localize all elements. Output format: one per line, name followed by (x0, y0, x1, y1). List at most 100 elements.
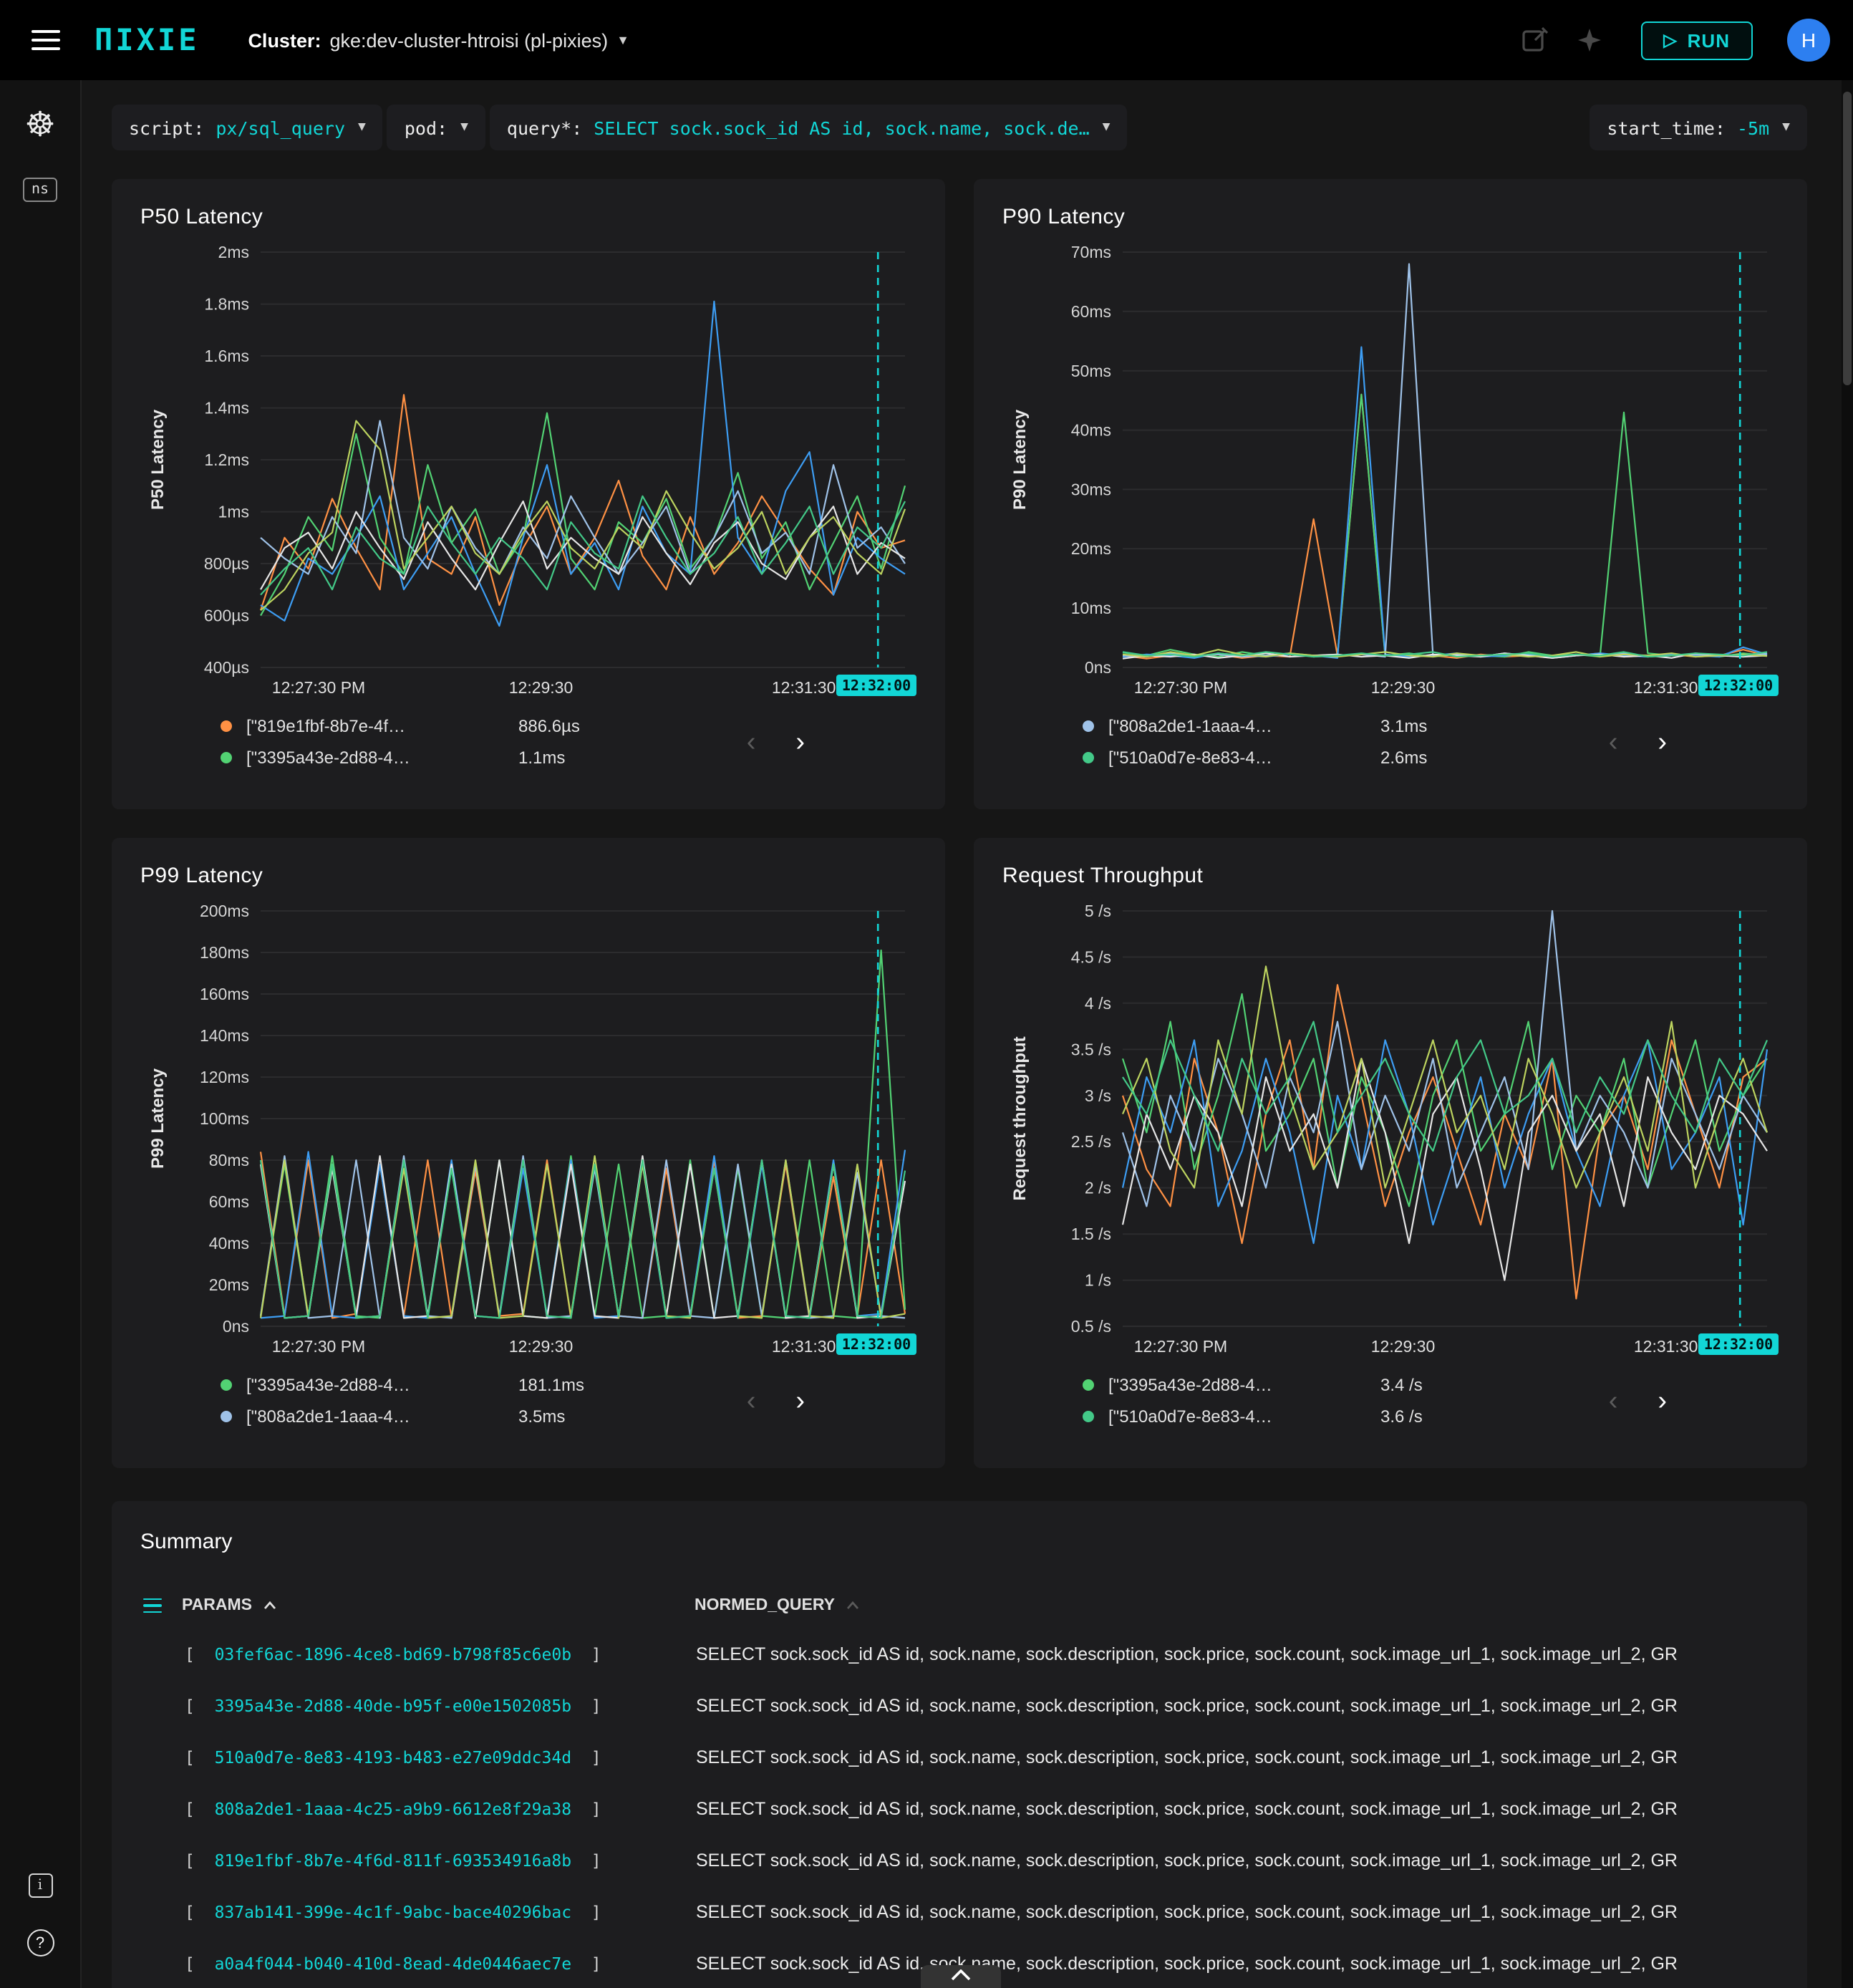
chart-legend: ["3395a43e-2d88-4… 181.1ms ["808a2de1-1aaa… (221, 1375, 584, 1427)
pager-prev-icon[interactable]: ‹ (747, 728, 756, 756)
cluster-value: gke:dev-cluster-htroisi (pl-pixies) (329, 29, 609, 51)
svg-text:0ns: 0ns (223, 1317, 249, 1336)
svg-text:10ms: 10ms (1071, 599, 1111, 617)
legend-item[interactable]: ["819e1fbf-8b7e-4f… 886.6µs (221, 716, 580, 736)
start-time-value: -5m (1737, 117, 1770, 138)
pod-dropdown[interactable]: pod: ▼ (387, 105, 485, 150)
query-dropdown[interactable]: query*: SELECT sock.sock_id AS id, sock.… (489, 105, 1128, 150)
svg-text:12:27:30 PM: 12:27:30 PM (272, 678, 365, 697)
top-bar: ΠIXIE Cluster: gke:dev-cluster-htroisi (… (0, 0, 1853, 80)
legend-item[interactable]: ["510a0d7e-8e83-4… 2.6ms (1083, 748, 1427, 768)
svg-text:400µs: 400µs (204, 658, 249, 677)
svg-text:140ms: 140ms (200, 1026, 249, 1045)
param-uuid: 808a2de1-1aaa-4c25-a9b9-6612e8f29a38 (214, 1799, 572, 1819)
series-value: 3.1ms (1380, 716, 1428, 736)
sort-icon (846, 1601, 859, 1609)
start-time-dropdown[interactable]: start_time: -5m ▼ (1590, 105, 1807, 150)
series-color-dot (221, 720, 232, 732)
svg-text:P90 Latency: P90 Latency (1010, 409, 1030, 510)
script-dropdown[interactable]: script: px/sql_query ▼ (112, 105, 383, 150)
pager-prev-icon[interactable]: ‹ (747, 1387, 756, 1414)
svg-text:1 /s: 1 /s (1085, 1271, 1111, 1290)
pager-prev-icon[interactable]: ‹ (1609, 728, 1618, 756)
table-row[interactable]: [ 03fef6ac-1896-4ce8-bd69-b798f85c6e0b ]… (140, 1628, 1779, 1680)
svg-text:12:32:00: 12:32:00 (1704, 677, 1773, 694)
table-row[interactable]: [ 808a2de1-1aaa-4c25-a9b9-6612e8f29a38 ]… (140, 1783, 1779, 1835)
series-value: 886.6µs (518, 716, 580, 736)
series-color-dot (221, 752, 232, 763)
p90-latency-chart[interactable]: 70ms 60ms 50ms 40ms 30ms 20ms 10ms 0ns P90 Laten… (1002, 235, 1779, 710)
request-throughput-panel: Request Throughput 5 /s 4.5 /s 4 /s 3.5 /s 3… (974, 838, 1807, 1468)
svg-text:800µs: 800µs (204, 554, 249, 573)
series-value: 3.5ms (518, 1406, 566, 1427)
legend-item[interactable]: ["3395a43e-2d88-4… 1.1ms (221, 748, 580, 768)
column-header-params[interactable]: PARAMS (182, 1597, 695, 1614)
script-value: px/sql_query (216, 117, 345, 138)
column-header-normed-query[interactable]: NORMED_QUERY (695, 1597, 1779, 1614)
svg-text:160ms: 160ms (200, 985, 249, 1003)
avatar[interactable]: H (1787, 19, 1830, 62)
pixie-logo: ΠIXIE (95, 23, 200, 57)
legend-item[interactable]: ["3395a43e-2d88-4… 3.4 /s (1083, 1375, 1423, 1395)
legend-item[interactable]: ["3395a43e-2d88-4… 181.1ms (221, 1375, 584, 1395)
cluster-selector[interactable]: Cluster: gke:dev-cluster-htroisi (pl-pix… (248, 29, 629, 51)
pod-label: pod: (404, 117, 448, 138)
param-uuid: 510a0d7e-8e83-4193-b483-e27e09ddc34d (214, 1747, 572, 1767)
pager-next-icon[interactable]: › (1658, 1387, 1667, 1414)
normed-query-cell: SELECT sock.sock_id AS id, sock.name, so… (696, 1696, 1678, 1716)
chevron-down-icon: ▼ (616, 33, 629, 47)
legend-item[interactable]: ["510a0d7e-8e83-4… 3.6 /s (1083, 1406, 1423, 1427)
help-icon[interactable]: ? (26, 1929, 54, 1956)
summary-title: Summary (140, 1530, 233, 1554)
table-row[interactable]: [ 3395a43e-2d88-40de-b95f-e00e1502085b ]… (140, 1680, 1779, 1732)
filter-menu-icon[interactable] (143, 1598, 162, 1613)
series-label: ["3395a43e-2d88-4… (1108, 1375, 1272, 1395)
legend-item[interactable]: ["808a2de1-1aaa-4… 3.5ms (221, 1406, 584, 1427)
menu-icon[interactable] (32, 30, 60, 50)
info-icon[interactable]: i (28, 1873, 52, 1898)
table-row[interactable]: [ 819e1fbf-8b7e-4f6d-811f-693534916a8b ]… (140, 1835, 1779, 1886)
svg-text:2.5 /s: 2.5 /s (1071, 1132, 1111, 1151)
svg-text:40ms: 40ms (1071, 421, 1111, 440)
scrollbar-thumb[interactable] (1843, 92, 1852, 385)
run-button[interactable]: ▷ RUN (1640, 21, 1753, 59)
request-throughput-chart[interactable]: 5 /s 4.5 /s 4 /s 3.5 /s 3 /s 2.5 /s 2 /s 1.5 /s… (1002, 894, 1779, 1369)
series-color-dot (1083, 1379, 1094, 1391)
svg-text:60ms: 60ms (1071, 302, 1111, 321)
play-icon: ▷ (1663, 30, 1678, 50)
table-row[interactable]: [ 837ab141-399e-4c1f-9abc-bace40296bac ]… (140, 1886, 1779, 1938)
legend-item[interactable]: ["808a2de1-1aaa-4… 3.1ms (1083, 716, 1427, 736)
table-row[interactable]: [ 510a0d7e-8e83-4193-b483-e27e09ddc34d ]… (140, 1732, 1779, 1783)
svg-text:40ms: 40ms (209, 1234, 249, 1253)
p50-latency-chart[interactable]: 2ms 1.8ms 1.6ms 1.4ms 1.2ms 1ms 800µs 600µs 400µ… (140, 235, 916, 710)
svg-text:80ms: 80ms (209, 1151, 249, 1169)
sparkle-icon[interactable] (1574, 26, 1603, 54)
query-label: query*: (506, 117, 583, 138)
chevron-up-icon (951, 1969, 971, 1981)
svg-text:180ms: 180ms (200, 943, 249, 962)
svg-text:1.5 /s: 1.5 /s (1071, 1225, 1111, 1243)
edit-script-icon[interactable] (1520, 26, 1549, 54)
series-value: 1.1ms (518, 748, 566, 768)
scroll-top-button[interactable] (921, 1965, 1001, 1988)
param-cell: [ 837ab141-399e-4c1f-9abc-bace40296bac ] (185, 1902, 601, 1922)
svg-text:20ms: 20ms (209, 1275, 249, 1294)
svg-text:4.5 /s: 4.5 /s (1071, 947, 1111, 966)
chart-grid: P50 Latency 2ms 1.8ms 1.6ms 1.4ms 1.2ms 1ms 80… (112, 179, 1807, 1468)
summary-panel: Summary PARAMS NORMED_QUERY [ 03fef6ac-1… (112, 1501, 1807, 1988)
pager-next-icon[interactable]: › (795, 728, 805, 756)
start-time-label: start_time: (1607, 117, 1726, 138)
p99-latency-panel: P99 Latency 200ms 180ms 160ms 140ms 120ms 100… (112, 838, 945, 1468)
namespace-icon[interactable]: ns (22, 178, 58, 202)
kubernetes-icon[interactable]: ☸ (24, 108, 55, 143)
chart-title: P90 Latency (1002, 205, 1126, 229)
pager-next-icon[interactable]: › (795, 1387, 805, 1414)
query-value: SELECT sock.sock_id AS id, sock.name, so… (594, 117, 1090, 138)
pager-next-icon[interactable]: › (1658, 728, 1667, 756)
series-value: 3.4 /s (1380, 1375, 1423, 1395)
pager-prev-icon[interactable]: ‹ (1609, 1387, 1618, 1414)
summary-table-rows: [ 03fef6ac-1896-4ce8-bd69-b798f85c6e0b ]… (140, 1628, 1779, 1988)
p99-latency-chart[interactable]: 200ms 180ms 160ms 140ms 120ms 100ms 80ms 60ms 40… (140, 894, 916, 1369)
chart-title: Request Throughput (1002, 864, 1204, 888)
normed-query-cell: SELECT sock.sock_id AS id, sock.name, so… (696, 1954, 1678, 1974)
